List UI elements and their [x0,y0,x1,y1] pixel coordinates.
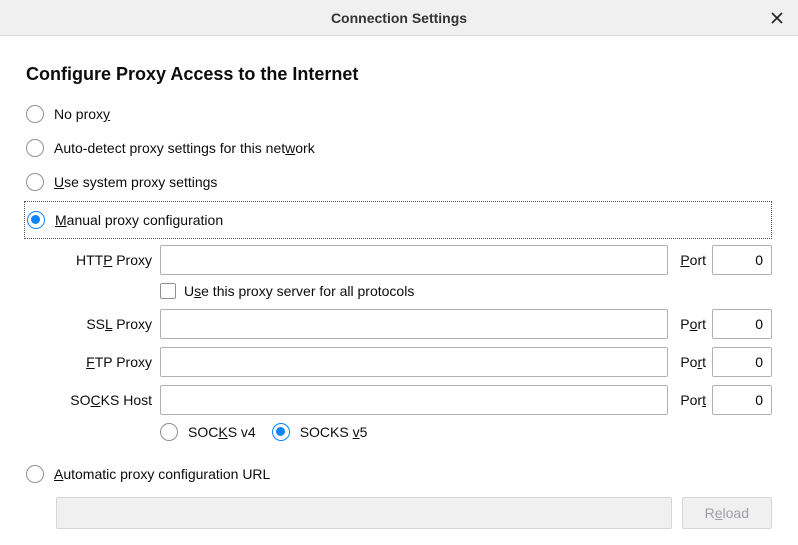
radio-system-proxy-label: Use system proxy settings [54,174,217,190]
radio-pac-url[interactable] [26,465,44,483]
http-proxy-input[interactable] [160,245,668,275]
http-proxy-row: HTTP Proxy Port [56,245,772,275]
section-heading: Configure Proxy Access to the Internet [26,64,772,85]
socks-host-label: SOCKS Host [56,392,160,408]
ssl-proxy-label: SSL Proxy [56,316,160,332]
http-port-label: Port [668,252,712,268]
radio-manual-focus: Manual proxy configuration [24,201,772,239]
radio-pac-url-label: Automatic proxy configuration URL [54,466,270,482]
use-for-all-row[interactable]: Use this proxy server for all protocols [160,283,772,299]
socks-version-row: SOCKS v4 SOCKS v5 [160,423,772,441]
use-for-all-label: Use this proxy server for all protocols [184,283,414,299]
titlebar: Connection Settings [0,0,798,36]
reload-button: Reload [682,497,772,529]
radio-auto-detect-label: Auto-detect proxy settings for this netw… [54,140,315,156]
radio-system-proxy[interactable] [26,173,44,191]
ftp-proxy-label: FTP Proxy [56,354,160,370]
ftp-port-label: Port [668,354,712,370]
socks-port-input[interactable] [712,385,772,415]
radio-pac-url-row[interactable]: Automatic proxy configuration URL [26,459,772,489]
radio-manual-label: Manual proxy configuration [55,212,223,228]
window-title: Connection Settings [331,10,467,26]
radio-manual[interactable] [27,211,45,229]
ssl-port-input[interactable] [712,309,772,339]
radio-no-proxy-row[interactable]: No proxy [26,99,772,129]
ftp-proxy-row: FTP Proxy Port [56,347,772,377]
radio-system-proxy-row[interactable]: Use system proxy settings [26,167,772,197]
radio-socks4[interactable] [160,423,178,441]
http-port-input[interactable] [712,245,772,275]
content-area: Configure Proxy Access to the Internet N… [0,36,798,545]
radio-manual-row[interactable]: Manual proxy configuration [27,205,771,235]
http-proxy-label: HTTP Proxy [56,252,160,268]
close-icon [771,12,783,24]
radio-socks4-row[interactable]: SOCKS v4 [160,423,256,441]
pac-url-block: Reload [56,497,772,529]
radio-socks5-row[interactable]: SOCKS v5 [272,423,368,441]
ssl-port-label: Port [668,316,712,332]
socks-port-label: Port [668,392,712,408]
use-for-all-checkbox[interactable] [160,283,176,299]
radio-no-proxy[interactable] [26,105,44,123]
radio-socks4-label: SOCKS v4 [188,424,256,440]
ssl-proxy-row: SSL Proxy Port [56,309,772,339]
pac-url-input [56,497,672,529]
close-button[interactable] [766,7,788,29]
radio-socks5[interactable] [272,423,290,441]
radio-auto-detect-row[interactable]: Auto-detect proxy settings for this netw… [26,133,772,163]
radio-auto-detect[interactable] [26,139,44,157]
manual-fields: HTTP Proxy Port Use this proxy server fo… [56,245,772,441]
radio-no-proxy-label: No proxy [54,106,110,122]
socks-host-row: SOCKS Host Port [56,385,772,415]
ftp-proxy-input[interactable] [160,347,668,377]
socks-host-input[interactable] [160,385,668,415]
ftp-port-input[interactable] [712,347,772,377]
ssl-proxy-input[interactable] [160,309,668,339]
radio-socks5-label: SOCKS v5 [300,424,368,440]
